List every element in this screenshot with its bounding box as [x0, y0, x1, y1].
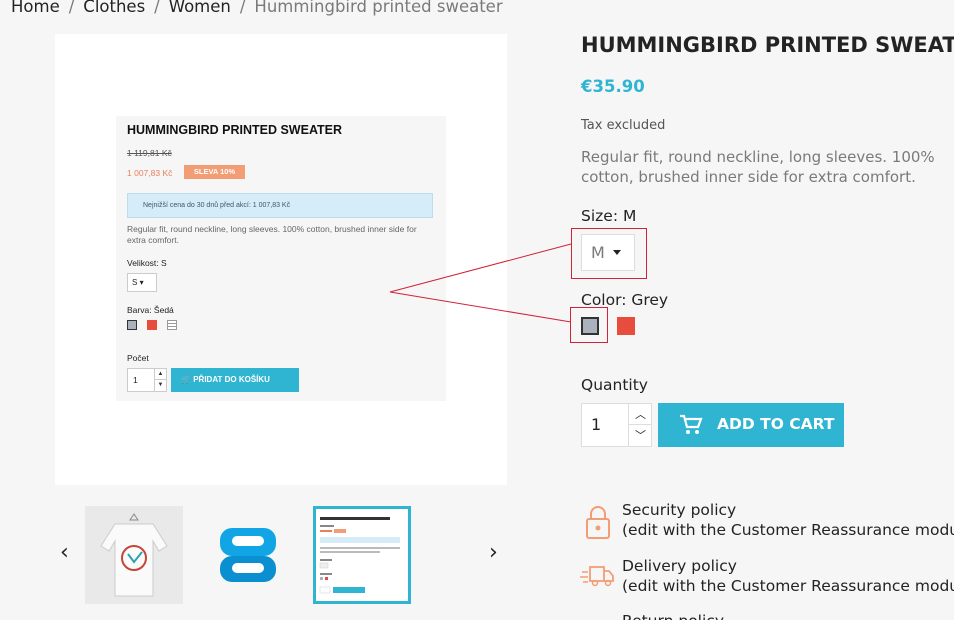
add-to-cart-button[interactable]: ADD TO CART — [658, 403, 844, 447]
reassurance-return: Return policy — [622, 611, 724, 620]
product-price: €35.90 — [581, 77, 645, 96]
reassurance-delivery: Delivery policy (edit with the Customer … — [622, 556, 954, 596]
product-title: HUMMINGBIRD PRINTED SWEATER — [581, 33, 954, 57]
tax-note: Tax excluded — [581, 118, 666, 133]
color-swatch-red[interactable] — [617, 317, 635, 335]
annotation-line-color — [389, 291, 572, 323]
reassurance-security-title: Security policy — [622, 501, 737, 519]
annotation-line-size — [389, 243, 572, 293]
quantity-label: Quantity — [581, 376, 648, 394]
product-description: Regular fit, round neckline, long sleeve… — [581, 148, 935, 186]
reassurance-security: Security policy (edit with the Customer … — [622, 500, 954, 540]
chevron-down-icon[interactable]: ﹀ — [628, 425, 652, 446]
quantity-value: 1 — [591, 415, 602, 434]
highlight-size-select — [571, 228, 647, 279]
reassurance-security-subtitle: (edit with the Customer Reassurance modu… — [622, 521, 954, 539]
quantity-input[interactable]: 1 ︿ ﹀ — [581, 403, 652, 447]
reassurance-return-title: Return policy — [622, 611, 724, 620]
cart-icon — [680, 414, 703, 434]
reassurance-delivery-subtitle: (edit with the Customer Reassurance modu… — [622, 577, 954, 595]
delivery-truck-icon — [580, 566, 614, 587]
size-label: Size: M — [581, 207, 637, 225]
reassurance-delivery-title: Delivery policy — [622, 557, 737, 575]
highlight-color-swatch — [570, 307, 608, 343]
chevron-up-icon[interactable]: ︿ — [628, 404, 652, 425]
lock-icon — [586, 506, 610, 539]
